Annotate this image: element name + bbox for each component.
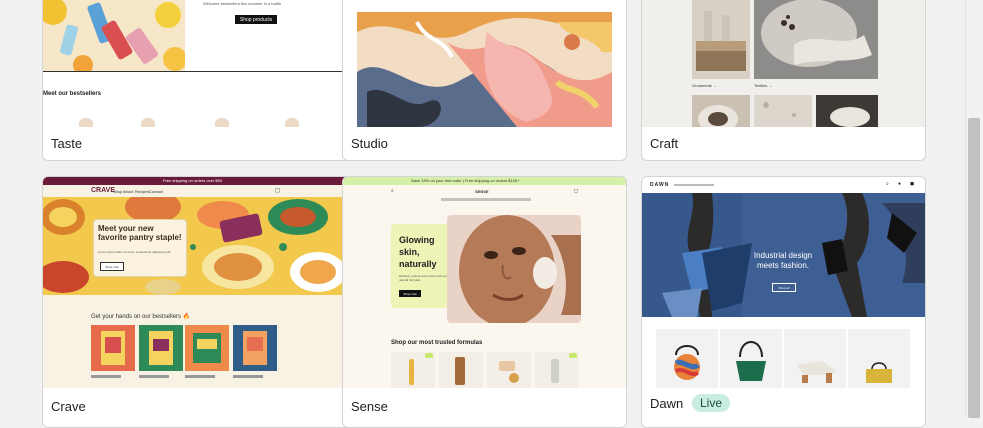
sense-hero-card: Glowing skin, naturally Refresh, restore…	[391, 224, 455, 308]
dawn-product-bag	[866, 362, 892, 383]
studio-artwork	[357, 12, 612, 127]
dawn-nav-bar	[674, 184, 714, 186]
crave-hero-image	[43, 197, 355, 295]
theme-preview-craft: Ornaments → Textiles →	[642, 0, 925, 127]
product-price	[185, 375, 215, 378]
theme-name: Craft	[650, 136, 679, 151]
theme-name: Studio	[351, 136, 388, 151]
taste-cta-button[interactable]: Shop products	[235, 15, 277, 24]
product-soap	[499, 361, 515, 371]
product-placeholder	[215, 118, 229, 127]
sense-section-title: Shop our most trusted formulas	[391, 340, 483, 346]
crave-bestsellers-title: Get your hands on our bestsellers 🔥	[91, 314, 191, 320]
product-sponge	[509, 373, 519, 383]
crave-nav-item[interactable]: Contact	[149, 189, 163, 194]
theme-name: Sense	[351, 399, 388, 414]
dawn-logo[interactable]: DAWN	[650, 182, 669, 188]
dawn-hero-title: Industrial design meets fashion.	[753, 251, 813, 270]
craft-collection-label[interactable]: Ornaments →	[692, 83, 717, 88]
crave-announcement-text: Free shipping on orders over $50	[163, 178, 222, 183]
sense-hero-image	[447, 215, 581, 323]
live-badge: Live	[692, 394, 731, 412]
crave-hero-text: Lorem ipsum dolor sit amet, consectetur …	[98, 250, 171, 254]
craft-image-bottom-left	[692, 95, 750, 127]
theme-card-crave[interactable]: Free shipping on orders over $50 CRAVE S…	[42, 176, 356, 428]
crave-announcement-bar: Free shipping on orders over $50	[43, 177, 355, 185]
theme-preview-dawn: DAWN ◼ ⌕ ● Industrial design meets fashi…	[642, 177, 925, 388]
cart-icon[interactable]: ◼	[910, 181, 914, 187]
sense-hero-title: Glowing skin, naturally	[399, 235, 437, 269]
product-placeholder	[285, 118, 299, 127]
new-badge	[569, 353, 577, 358]
search-icon[interactable]: ⌕	[886, 181, 889, 187]
theme-preview-sense: Save 15% on your first order | Free ship…	[343, 177, 626, 388]
product-price	[233, 375, 263, 378]
sense-hero-text: Refresh, restore and renew with our natu…	[399, 274, 447, 282]
sense-logo[interactable]: SENSE	[475, 189, 489, 194]
theme-card-studio[interactable]: Studio	[342, 0, 627, 161]
taste-section-title: Meet our bestsellers	[43, 91, 102, 97]
crave-nav-item[interactable]: About	[123, 189, 133, 194]
taste-hero-image	[43, 0, 185, 71]
theme-preview-crave: Free shipping on orders over $50 CRAVE S…	[43, 177, 355, 388]
sense-announcement-bar: Save 15% on your first order | Free ship…	[343, 177, 626, 185]
crave-nav-item[interactable]: Shop	[113, 189, 122, 194]
cart-icon[interactable]: ◻	[574, 188, 578, 194]
craft-image-bottom-mid	[754, 95, 812, 127]
theme-name: Crave	[51, 399, 86, 414]
theme-preview-taste: Welcome bestsellers this summer in a bot…	[43, 0, 355, 127]
dawn-hero-button[interactable]: Shop all	[772, 283, 796, 292]
product-price	[139, 375, 169, 378]
craft-image-left	[692, 0, 750, 79]
theme-card-taste[interactable]: Welcome bestsellers this summer in a bot…	[42, 0, 356, 161]
theme-card-sense[interactable]: Save 15% on your first order | Free ship…	[342, 176, 627, 428]
product-placeholder	[141, 118, 155, 127]
sense-nav-bar	[441, 198, 531, 201]
product-price	[91, 375, 121, 378]
craft-image-bottom-right	[816, 95, 878, 127]
dawn-product-bag	[736, 341, 766, 381]
divider	[43, 71, 355, 72]
crave-product-tile[interactable]	[185, 325, 229, 371]
product-placeholder	[79, 118, 93, 127]
theme-preview-studio	[343, 0, 626, 127]
crave-product-tile[interactable]	[139, 325, 183, 371]
theme-card-craft[interactable]: Ornaments → Textiles → Craft	[641, 0, 926, 161]
crave-product-tile[interactable]	[91, 325, 135, 371]
product-tube	[409, 359, 414, 385]
crave-nav-item[interactable]: Recipes	[135, 189, 149, 194]
theme-name: Taste	[51, 136, 83, 151]
dawn-product-shoe	[796, 361, 836, 383]
search-icon[interactable]: ⌕	[391, 188, 394, 194]
cart-icon[interactable]: ◻	[275, 187, 280, 194]
crave-hero-button[interactable]: Shop now	[100, 262, 124, 271]
sense-hero-button[interactable]: Shop now	[399, 290, 421, 297]
sense-announcement-text: Save 15% on your first order | Free ship…	[411, 178, 520, 183]
crave-hero-card: Meet your new favorite pantry staple! Lo…	[93, 219, 187, 277]
new-badge	[425, 353, 433, 358]
scrollbar-thumb[interactable]	[968, 118, 980, 418]
crave-product-tile[interactable]	[233, 325, 277, 371]
product-bottle	[455, 357, 465, 385]
theme-gallery: Welcome bestsellers this summer in a bot…	[0, 0, 965, 428]
craft-collection-label[interactable]: Textiles →	[754, 83, 772, 88]
product-dropper	[551, 359, 559, 383]
theme-name: Dawn	[650, 396, 684, 411]
craft-image-right	[754, 0, 878, 79]
dawn-product-bag	[674, 345, 700, 380]
taste-tagline: Welcome bestsellers this summer in a bot…	[203, 1, 282, 6]
account-icon[interactable]: ●	[898, 181, 901, 187]
crave-logo[interactable]: CRAVE	[91, 187, 115, 194]
crave-hero-title: Meet your new favorite pantry staple!	[98, 224, 182, 242]
theme-card-dawn[interactable]: DAWN ◼ ⌕ ● Industrial design meets fashi…	[641, 176, 926, 428]
